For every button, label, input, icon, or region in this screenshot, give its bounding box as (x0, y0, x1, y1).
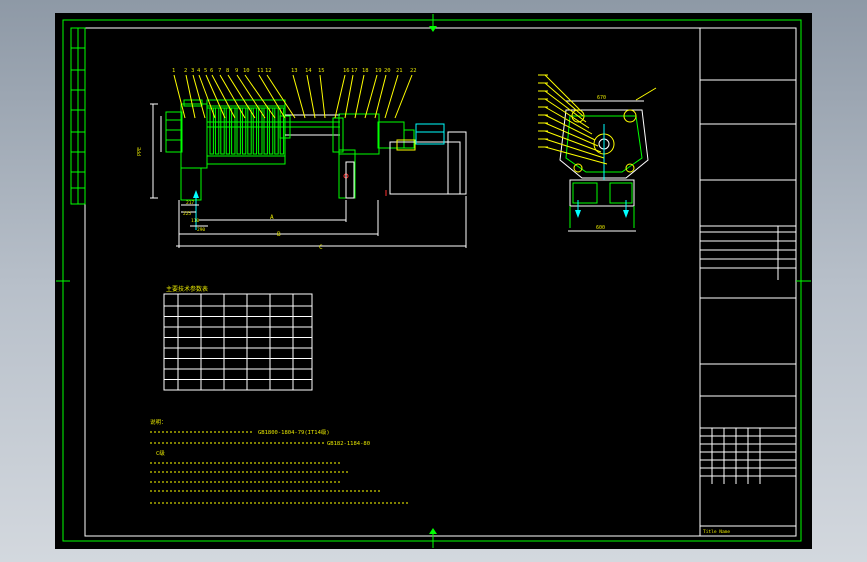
balloon-number: 21 (396, 68, 403, 74)
dim-110: 110 (191, 218, 199, 224)
balloon-number: 17 (351, 68, 358, 74)
balloon-number: 18 (362, 68, 369, 74)
title-block-name: Title Name (703, 529, 730, 535)
dim-left-vertical: PPE (137, 147, 143, 156)
drawing-area (55, 13, 812, 549)
balloon-number: 8 (226, 68, 229, 74)
balloon-number: 15 (318, 68, 325, 74)
notes-heading: 说明： (150, 418, 167, 426)
side-top-width: 670 (597, 95, 606, 101)
balloon-number: 22 (410, 68, 417, 74)
balloon-number: 1 (172, 68, 175, 74)
balloon-number: 14 (305, 68, 312, 74)
dim-c: C (319, 244, 323, 251)
dim-290: 290 (197, 227, 205, 233)
balloon-number: 2 (184, 68, 187, 74)
cad-viewport[interactable]: PPE A B C 217 225 110 290 1 2 3 4 5 6 7 8 9 10 11 1… (0, 0, 867, 562)
param-table-title: 主要技术参数表 (166, 285, 208, 293)
dim-217: 217 (186, 200, 194, 206)
balloon-number: 5 (204, 68, 207, 74)
balloon-number: 9 (235, 68, 238, 74)
notes-line1-tail: GB1800-1804-79(IT14级) (258, 428, 330, 436)
balloon-number: 7 (218, 68, 221, 74)
notes-line2-tail: GB182-1184-80 (327, 441, 370, 447)
side-bottom-width: 600 (596, 225, 605, 231)
balloon-number: 19 (375, 68, 382, 74)
balloon-number: 11 (257, 68, 264, 74)
dim-225: 225 (183, 211, 191, 217)
drawing-canvas[interactable]: PPE A B C 217 225 110 290 1 2 3 4 5 6 7 8 9 10 11 1… (0, 0, 867, 562)
notes-line-c: C级 (156, 449, 165, 457)
dim-a: A (270, 214, 274, 221)
balloon-number: 3 (191, 68, 194, 74)
balloon-number: 16 (343, 68, 350, 74)
balloon-number: 10 (243, 68, 250, 74)
balloon-number: 20 (384, 68, 391, 74)
dim-b: B (277, 231, 281, 238)
balloon-number: 6 (210, 68, 213, 74)
balloon-number: 13 (291, 68, 298, 74)
balloon-number: 12 (265, 68, 272, 74)
